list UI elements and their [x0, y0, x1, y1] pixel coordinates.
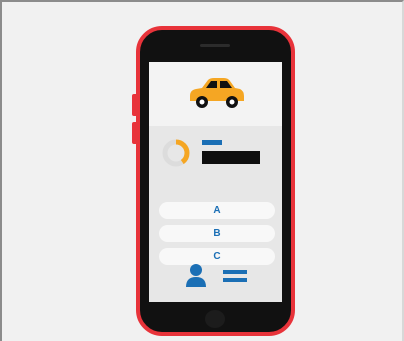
user-detail-line [223, 278, 247, 282]
info-value-bar [202, 151, 260, 164]
taxi-car-svg [190, 78, 244, 108]
user-avatar-icon [185, 262, 207, 293]
phone-screen: A B C [149, 62, 282, 302]
info-title-bar [202, 140, 222, 145]
option-c-label: C [213, 251, 221, 262]
taxi-car-icon [184, 74, 246, 115]
option-c-button[interactable]: C [159, 248, 275, 265]
smartphone: A B C [132, 26, 295, 336]
donut-progress-icon [161, 138, 191, 173]
option-b-label: B [213, 228, 221, 239]
phone-speaker [200, 44, 230, 47]
illustration-frame: A B C [0, 0, 404, 341]
user-name-line [223, 270, 247, 274]
volume-up-button [132, 94, 136, 116]
home-button[interactable] [205, 310, 225, 328]
volume-down-button [132, 122, 136, 144]
option-a-button[interactable]: A [159, 202, 275, 219]
option-b-button[interactable]: B [159, 225, 275, 242]
option-a-label: A [213, 205, 221, 216]
